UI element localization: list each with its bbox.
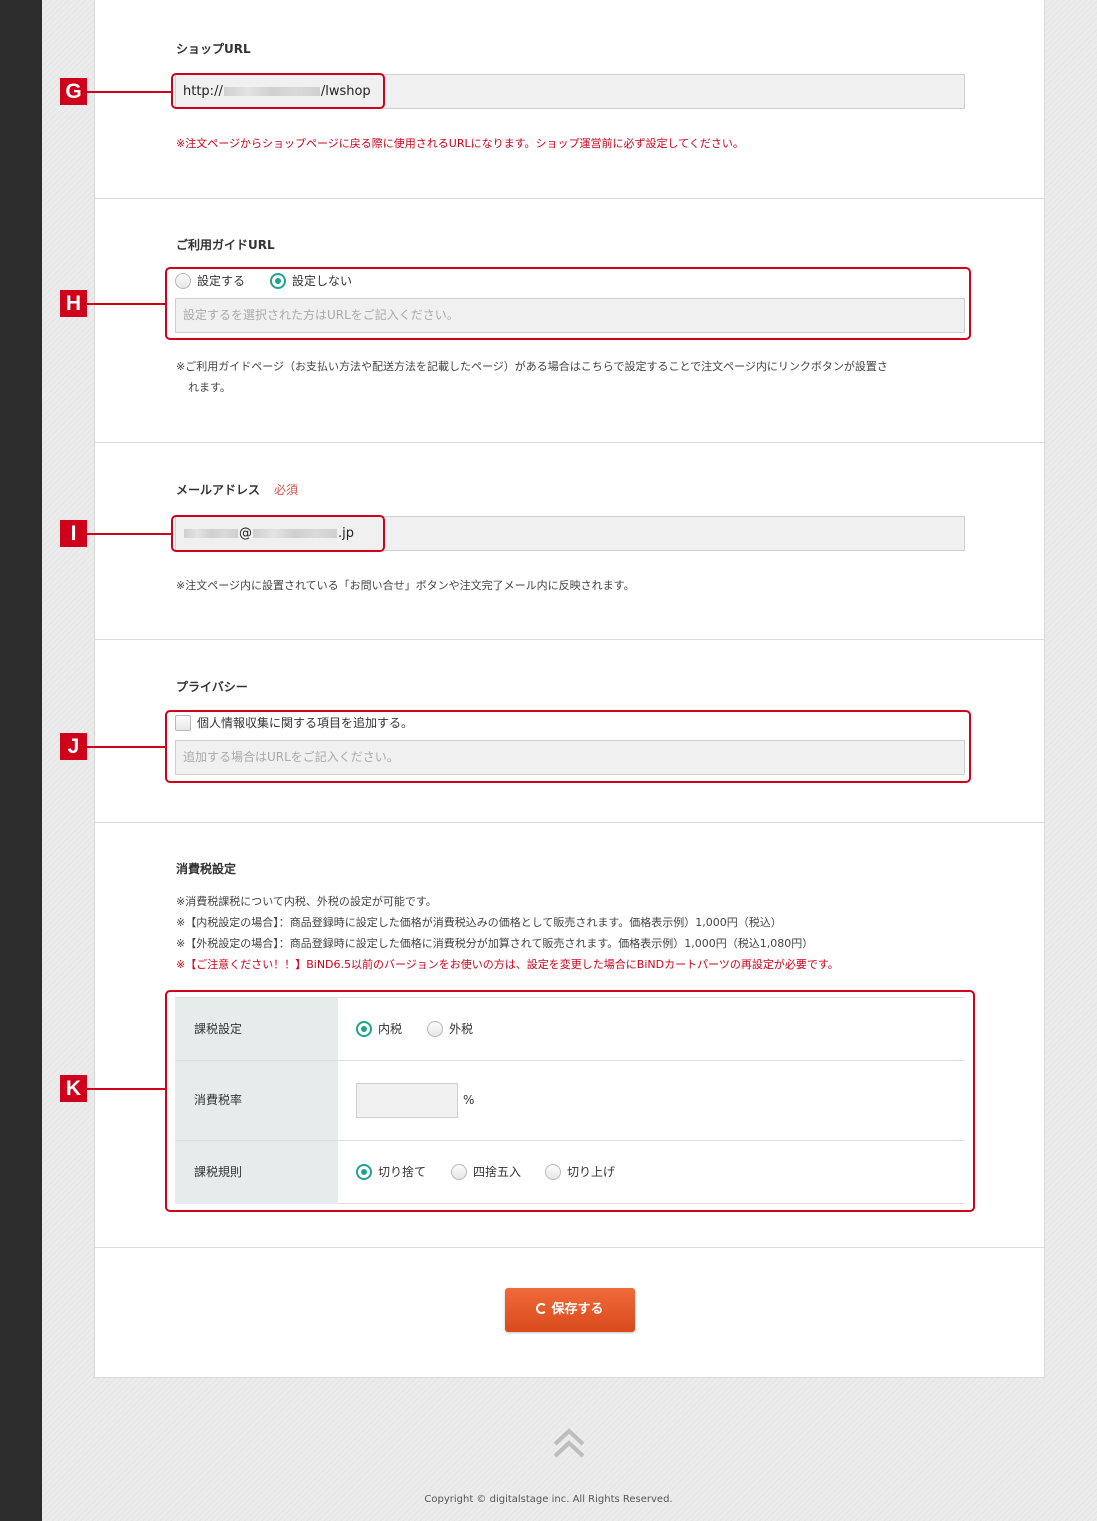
email-title: メールアドレス 必須 [176,481,298,498]
highlight-box-j [165,710,971,783]
required-badge: 必須 [274,483,299,497]
back-to-top-icon[interactable] [549,1424,589,1464]
marker-i: I [60,520,87,547]
connector-line-h [86,303,166,305]
shop-url-note: ※注文ページからショップページに戻る際に使用されるURLになります。ショップ運営… [176,137,744,150]
shop-url-title: ショップURL [176,42,251,56]
marker-h: H [60,290,87,317]
connector-line-j [86,746,166,748]
highlight-box-i [171,515,385,552]
save-button[interactable]: 保存する [505,1288,635,1332]
email-note: ※注文ページ内に設置されている「お問い合せ」ボタンや注文完了メール内に反映されま… [176,579,635,592]
tax-note-1: ※消費税課税について内税、外税の設定が可能です。 [176,895,437,908]
connector-line-g [86,91,172,93]
connector-line-k [86,1088,166,1090]
refresh-icon [536,1303,548,1314]
section-divider [95,822,1044,823]
marker-j: J [60,733,87,760]
connector-line-i [86,533,172,535]
section-divider [95,442,1044,443]
guide-url-title: ご利用ガイドURL [176,238,275,252]
tax-note-3: ※【外税設定の場合】：商品登録時に設定した価格に消費税分が加算されて販売されます… [176,937,814,950]
highlight-box-h [165,267,971,340]
left-sidebar-strip [0,0,42,1521]
guide-url-note-line1: ※ご利用ガイドページ（お支払い方法や配送方法を記載したページ）がある場合はこちら… [176,360,888,373]
section-divider [95,639,1044,640]
tax-warning: ※【ご注意ください！！】BiND6.5以前のバージョンをお使いの方は、設定を変更… [176,958,839,971]
highlight-box-g [171,73,385,109]
section-divider [95,198,1044,199]
tax-note-2: ※【内税設定の場合】：商品登録時に設定した価格が消費税込みの価格として販売されま… [176,916,782,929]
marker-g: G [60,78,87,105]
tax-title: 消費税設定 [176,862,237,876]
section-divider [95,1247,1044,1248]
save-button-label: 保存する [551,1302,604,1317]
email-title-text: メールアドレス [176,483,261,497]
privacy-title: プライバシー [176,680,248,694]
guide-url-note-line2: れます。 [188,381,231,394]
marker-k: K [60,1075,87,1102]
copyright-text: Copyright © digitalstage inc. All Rights… [424,1494,673,1505]
double-chevron-up-icon [553,1428,585,1458]
highlight-box-k [165,990,975,1212]
